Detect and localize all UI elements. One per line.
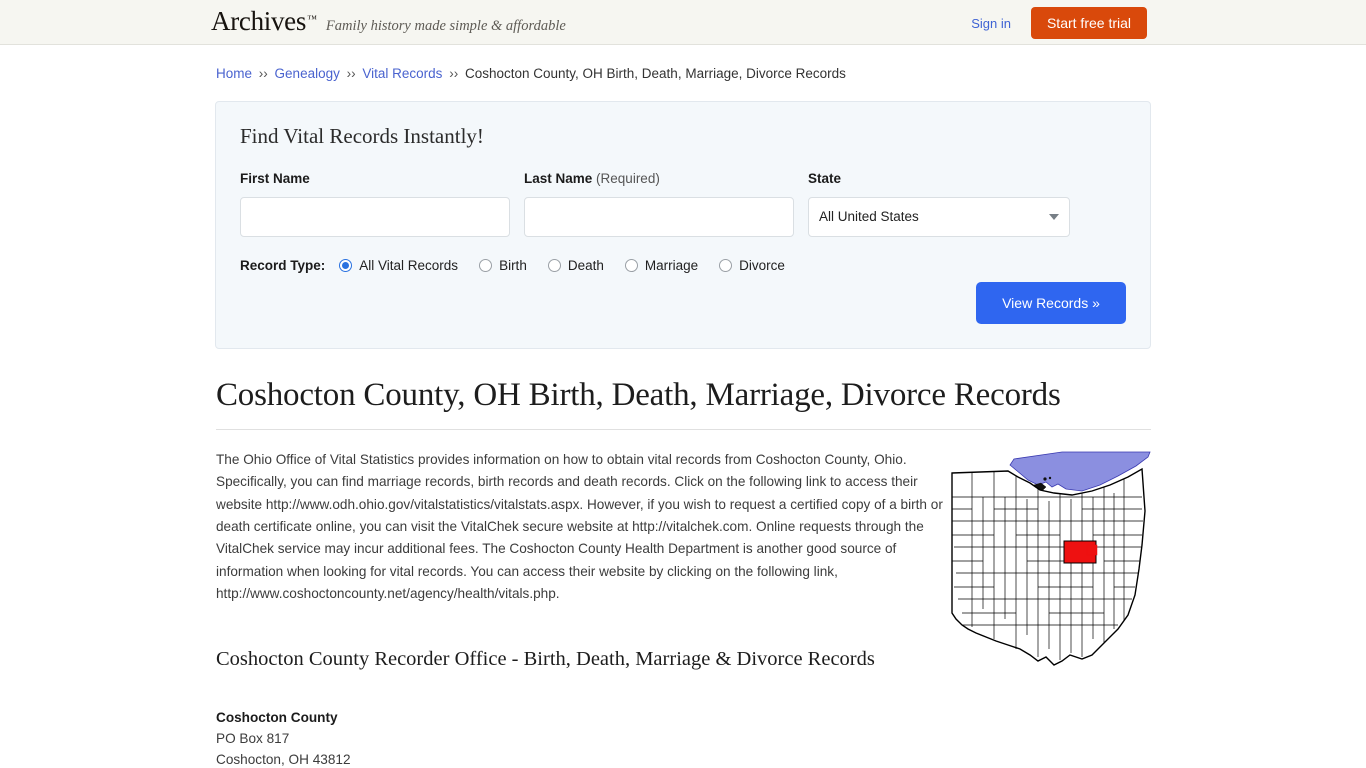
last-name-field-group: Last Name (Required): [524, 171, 794, 237]
search-panel-title: Find Vital Records Instantly!: [240, 123, 484, 148]
radio-label-marriage: Marriage: [644, 257, 699, 273]
first-name-label-text: First Name: [240, 170, 310, 186]
article-body: The Ohio Office of Vital Statistics prov…: [216, 451, 943, 602]
office-info-block: Coshocton County PO Box 817 Coshocton, O…: [216, 707, 1151, 768]
breadcrumb-separator: ››: [449, 66, 459, 81]
state-field-group: State All United States: [808, 171, 1070, 237]
last-name-label: Last Name (Required): [524, 171, 794, 186]
last-name-label-text: Last Name: [524, 170, 593, 186]
radio-label-birth: Birth: [499, 257, 527, 273]
radio-death[interactable]: Death: [547, 257, 604, 273]
radio-marriage[interactable]: Marriage: [624, 257, 699, 273]
radio-icon-unselected[interactable]: [479, 258, 493, 272]
office-name: Coshocton County: [216, 709, 338, 725]
ohio-county-map: [942, 449, 1154, 677]
breadcrumb-item-home[interactable]: Home: [216, 66, 252, 81]
brand-name: Archives: [211, 6, 307, 36]
radio-icon-unselected[interactable]: [624, 258, 638, 272]
breadcrumb-item-current: Coshocton County, OH Birth, Death, Marri…: [464, 66, 846, 81]
ohio-map-svg: [951, 451, 1151, 666]
header-actions: Sign in Start free trial: [971, 7, 1147, 39]
first-name-field-group: First Name: [240, 171, 510, 237]
brand-logo[interactable]: Archives ™ Family history made simple & a…: [211, 8, 566, 35]
state-select-wrapper: All United States: [808, 196, 1070, 237]
office-address-line1: PO Box 817: [216, 730, 290, 746]
office-address-line2: Coshocton, OH 43812: [216, 751, 351, 767]
radio-label-death: Death: [567, 257, 604, 273]
breadcrumb-item-vital-records[interactable]: Vital Records: [362, 66, 442, 81]
site-header: Archives ™ Family history made simple & a…: [0, 0, 1366, 45]
state-label: State: [808, 171, 1070, 186]
trademark-icon: ™: [307, 14, 317, 25]
radio-label-all: All Vital Records: [359, 257, 459, 273]
radio-all-vital-records[interactable]: All Vital Records: [339, 258, 458, 273]
sign-in-link[interactable]: Sign in: [971, 16, 1011, 31]
state-select-value: All United States: [819, 209, 919, 225]
page-body: Home ›› Genealogy ›› Vital Records ›› Co…: [0, 45, 1366, 768]
radio-birth[interactable]: Birth: [479, 258, 527, 273]
breadcrumb-separator: ››: [346, 66, 356, 81]
first-name-label: First Name: [240, 171, 510, 186]
title-divider: [216, 428, 1151, 430]
submit-area: View Records »: [976, 281, 1126, 324]
radio-icon-unselected[interactable]: [719, 258, 733, 272]
radio-divorce[interactable]: Divorce: [719, 258, 785, 273]
last-name-input[interactable]: [524, 196, 794, 237]
start-free-trial-button[interactable]: Start free trial: [1030, 7, 1147, 39]
record-type-row: Record Type: All Vital Records Birth Dea…: [240, 258, 1126, 273]
radio-label-divorce: Divorce: [739, 257, 785, 273]
record-type-label: Record Type:: [240, 257, 326, 273]
view-records-button[interactable]: View Records »: [976, 281, 1126, 324]
breadcrumb-separator: ››: [258, 66, 268, 81]
first-name-input[interactable]: [240, 196, 510, 237]
breadcrumb-item-genealogy[interactable]: Genealogy: [275, 66, 340, 81]
coshocton-county-highlight-notch: [1086, 544, 1098, 556]
island-dot: [1048, 476, 1052, 479]
page-title: Coshocton County, OH Birth, Death, Marri…: [216, 376, 1061, 413]
state-select[interactable]: All United States: [808, 196, 1070, 237]
last-name-required-note: (Required): [596, 170, 660, 186]
article-section: The Ohio Office of Vital Statistics prov…: [215, 449, 1151, 768]
radio-icon-selected[interactable]: [339, 258, 353, 272]
vital-records-search-panel: Find Vital Records Instantly! First Name…: [215, 100, 1151, 349]
radio-icon-unselected[interactable]: [547, 258, 561, 272]
search-fields-row: First Name Last Name (Required) State Al…: [240, 171, 1126, 237]
brand-tagline: Family history made simple & affordable: [325, 18, 566, 34]
ohio-state-outline: [951, 467, 1146, 666]
breadcrumb: Home ›› Genealogy ›› Vital Records ›› Co…: [216, 45, 1151, 83]
island-dot: [1043, 477, 1047, 481]
state-label-text: State: [808, 170, 842, 186]
